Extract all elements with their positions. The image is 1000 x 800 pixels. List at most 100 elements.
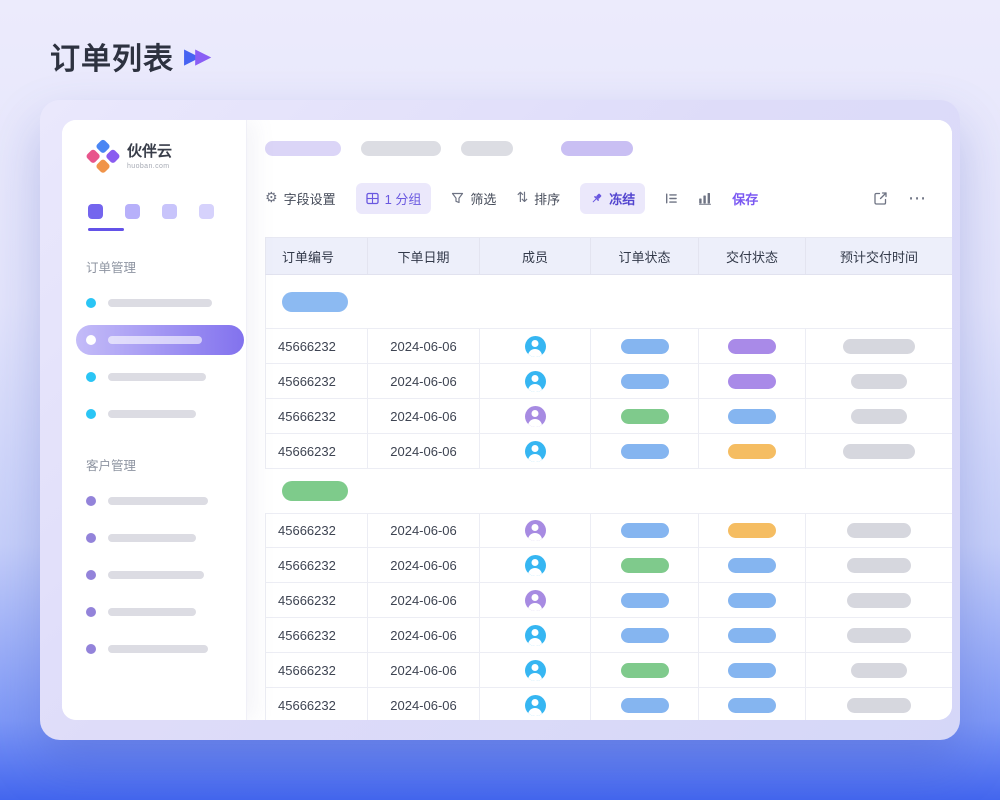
order-status-pill bbox=[621, 374, 669, 389]
member-cell bbox=[480, 688, 591, 720]
order-status-pill bbox=[621, 444, 669, 459]
save-button[interactable]: 保存 bbox=[732, 189, 758, 208]
order-status-cell bbox=[591, 583, 699, 617]
page-header: 订单列表 ▶ ▶ bbox=[50, 34, 211, 78]
item-dot-icon bbox=[86, 335, 96, 345]
item-dot-icon bbox=[86, 372, 96, 382]
delivery-status-cell bbox=[699, 514, 806, 547]
sidebar-item[interactable] bbox=[84, 523, 226, 553]
eta-placeholder-pill bbox=[843, 444, 915, 459]
table-row[interactable]: 456662322024-06-06 bbox=[265, 329, 952, 364]
table-row[interactable]: 456662322024-06-06 bbox=[265, 548, 952, 583]
sidebar-item[interactable] bbox=[84, 560, 226, 590]
order-date-cell: 2024-06-06 bbox=[368, 364, 480, 398]
chart-button[interactable] bbox=[698, 192, 712, 205]
item-label-placeholder bbox=[108, 608, 196, 616]
row-height-button[interactable] bbox=[665, 192, 678, 205]
order-status-cell bbox=[591, 329, 699, 363]
delivery-status-cell bbox=[699, 653, 806, 687]
app-panel: 伙伴云 huoban.com 订单管理 bbox=[62, 120, 952, 720]
sidebar-item[interactable] bbox=[84, 288, 226, 318]
table-row[interactable]: 456662322024-06-06 bbox=[265, 434, 952, 469]
sidebar-item-active[interactable] bbox=[76, 325, 244, 355]
group-header-row[interactable] bbox=[265, 275, 952, 329]
delivery-status-cell bbox=[699, 364, 806, 398]
delivery-status-pill bbox=[728, 339, 776, 354]
table-row[interactable]: 456662322024-06-06 bbox=[265, 618, 952, 653]
member-avatar-icon bbox=[525, 520, 546, 541]
order-status-pill bbox=[621, 523, 669, 538]
delivery-status-pill bbox=[728, 444, 776, 459]
delivery-status-cell bbox=[699, 583, 806, 617]
member-cell bbox=[480, 653, 591, 687]
sort-button[interactable]: ⇅ 排序 bbox=[516, 189, 560, 208]
delivery-status-cell bbox=[699, 329, 806, 363]
sidebar-item[interactable] bbox=[84, 634, 226, 664]
order-date-cell: 2024-06-06 bbox=[368, 434, 480, 468]
eta-cell bbox=[806, 688, 952, 720]
sidebar-item[interactable] bbox=[84, 399, 226, 429]
field-settings-button[interactable]: ⚙ 字段设置 bbox=[265, 189, 336, 208]
eta-placeholder-pill bbox=[847, 628, 911, 643]
eta-placeholder-pill bbox=[847, 698, 911, 713]
group-header-row[interactable] bbox=[265, 469, 952, 513]
delivery-status-pill bbox=[728, 628, 776, 643]
share-button[interactable] bbox=[873, 191, 888, 206]
order-number-cell: 45666232 bbox=[266, 364, 368, 398]
order-number-cell: 45666232 bbox=[266, 653, 368, 687]
export-icon bbox=[873, 191, 888, 206]
gear-icon: ⚙ bbox=[265, 191, 278, 205]
order-date-cell: 2024-06-06 bbox=[368, 653, 480, 687]
item-dot-icon bbox=[86, 570, 96, 580]
order-number-cell: 45666232 bbox=[266, 399, 368, 433]
column-header[interactable]: 预计交付时间 bbox=[806, 238, 952, 274]
freeze-label: 冻结 bbox=[609, 189, 635, 208]
sidebar-item[interactable] bbox=[84, 486, 226, 516]
item-label-placeholder bbox=[108, 571, 204, 579]
member-avatar-icon bbox=[525, 336, 546, 357]
member-avatar-icon bbox=[525, 695, 546, 716]
delivery-status-pill bbox=[728, 374, 776, 389]
column-header[interactable]: 成员 bbox=[480, 238, 591, 274]
table-header-row: 订单编号下单日期成员订单状态交付状态预计交付时间 bbox=[265, 237, 952, 275]
placeholder-pill bbox=[361, 141, 441, 156]
eta-cell bbox=[806, 364, 952, 398]
filter-button[interactable]: 筛选 bbox=[451, 189, 496, 208]
group-button[interactable]: 1 分组 bbox=[356, 183, 432, 214]
item-label-placeholder bbox=[108, 645, 208, 653]
sidebar-item[interactable] bbox=[84, 362, 226, 392]
order-date-cell: 2024-06-06 bbox=[368, 583, 480, 617]
item-dot-icon bbox=[86, 533, 96, 543]
header-placeholder-row bbox=[265, 140, 952, 156]
sort-label: 排序 bbox=[534, 189, 560, 208]
table-row[interactable]: 456662322024-06-06 bbox=[265, 364, 952, 399]
column-header[interactable]: 订单编号 bbox=[266, 238, 368, 274]
item-label-placeholder bbox=[108, 336, 202, 344]
order-number-cell: 45666232 bbox=[266, 514, 368, 547]
table-row[interactable]: 456662322024-06-06 bbox=[265, 399, 952, 434]
more-button[interactable]: ⋯ bbox=[908, 188, 926, 209]
workspace-tab[interactable] bbox=[199, 204, 214, 219]
table-row[interactable]: 456662322024-06-06 bbox=[265, 583, 952, 618]
sidebar-item[interactable] bbox=[84, 597, 226, 627]
member-cell bbox=[480, 364, 591, 398]
order-status-pill bbox=[621, 663, 669, 678]
order-status-pill bbox=[621, 593, 669, 608]
workspace-tab[interactable] bbox=[162, 204, 177, 219]
freeze-button[interactable]: 冻结 bbox=[580, 183, 645, 214]
column-header[interactable]: 交付状态 bbox=[699, 238, 806, 274]
order-date-cell: 2024-06-06 bbox=[368, 399, 480, 433]
workspace-tab-active[interactable] bbox=[88, 204, 103, 219]
column-header[interactable]: 订单状态 bbox=[591, 238, 699, 274]
table-row[interactable]: 456662322024-06-06 bbox=[265, 688, 952, 720]
toolbar: ⚙ 字段设置 1 分组 筛选 ⇅ 排序 bbox=[265, 183, 952, 213]
workspace-tabs bbox=[84, 204, 226, 219]
workspace-tab[interactable] bbox=[125, 204, 140, 219]
order-status-cell bbox=[591, 514, 699, 547]
column-header[interactable]: 下单日期 bbox=[368, 238, 480, 274]
order-number-cell: 45666232 bbox=[266, 618, 368, 652]
main-area: ⚙ 字段设置 1 分组 筛选 ⇅ 排序 bbox=[247, 120, 952, 720]
eta-cell bbox=[806, 399, 952, 433]
table-row[interactable]: 456662322024-06-06 bbox=[265, 653, 952, 688]
table-row[interactable]: 456662322024-06-06 bbox=[265, 513, 952, 548]
